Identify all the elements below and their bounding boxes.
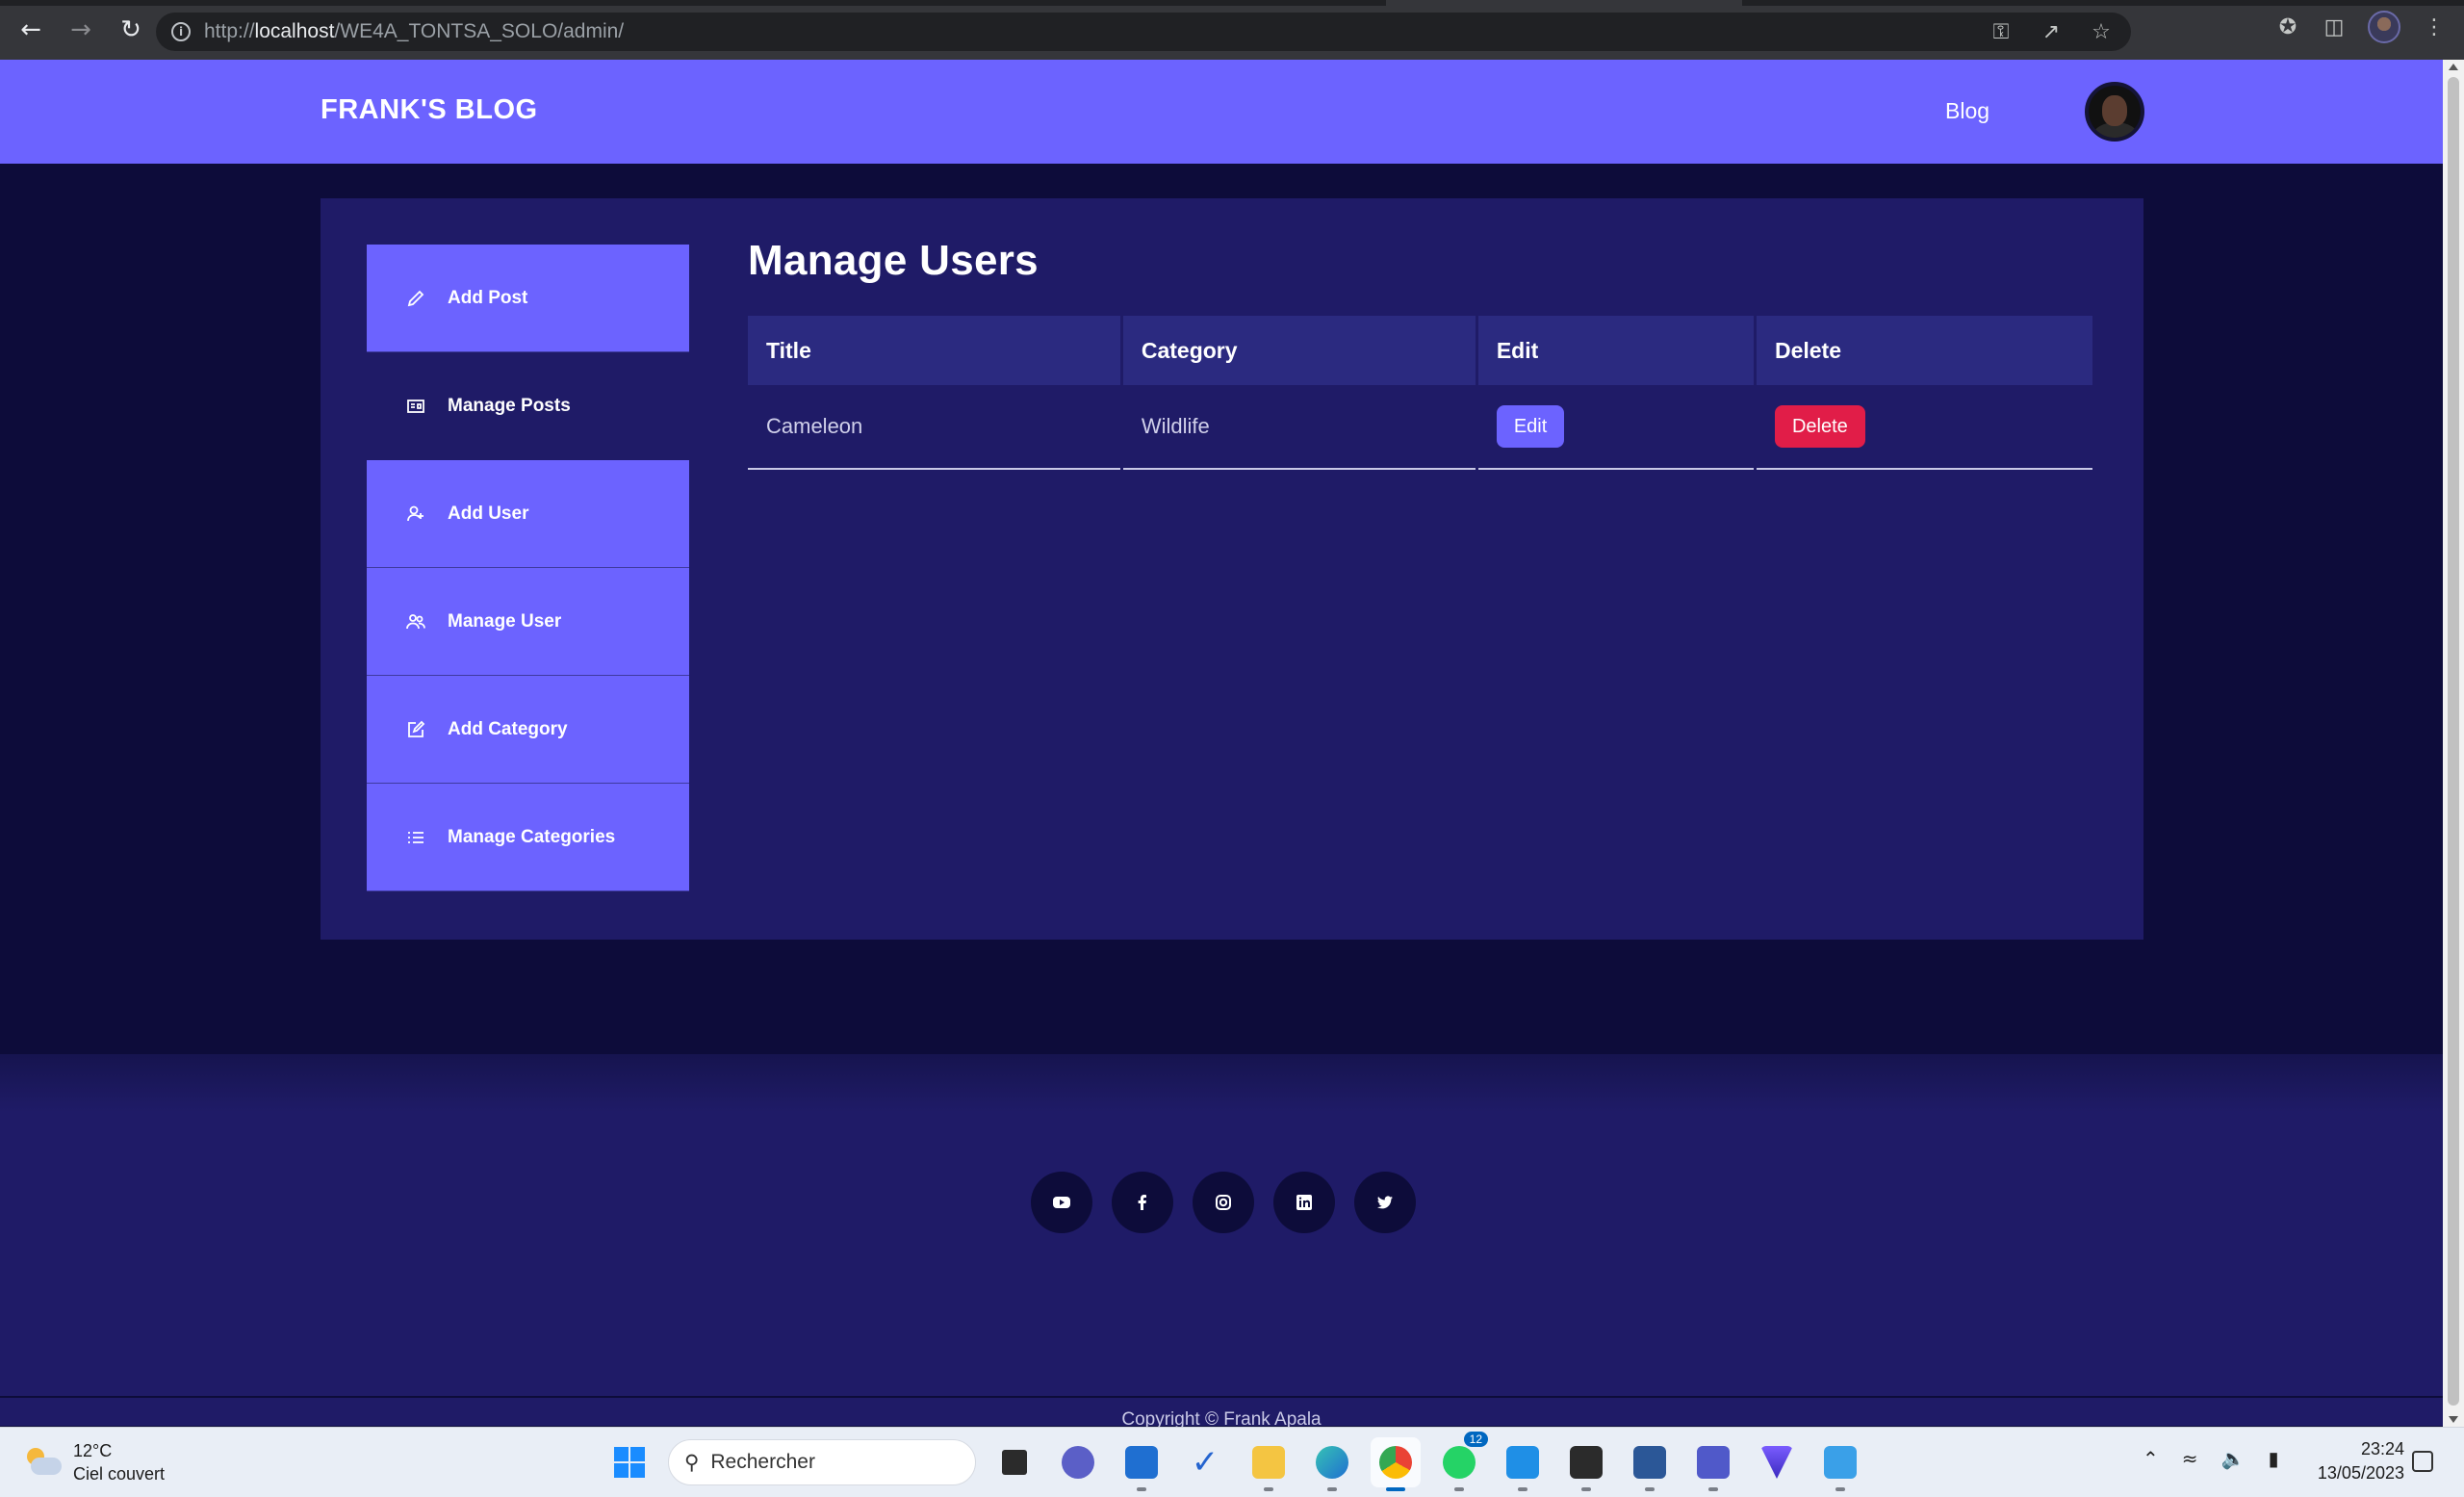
admin-sidebar: Add Post Manage Posts Add User Manage Us… [367,245,689,891]
ide-icon[interactable] [1498,1437,1548,1491]
page: FRANK'S BLOG Blog Add Post Manage Posts [0,60,2443,1430]
sidebar-item-manage-posts[interactable]: Manage Posts [367,352,689,460]
volume-icon[interactable]: 🔈 [2221,1447,2246,1470]
profile-avatar[interactable] [2368,11,2400,43]
notepad-icon[interactable] [1815,1437,1865,1491]
sidebar-item-manage-user[interactable]: Manage User [367,568,689,676]
twitter-icon[interactable] [1354,1172,1416,1233]
edit-button[interactable]: Edit [1496,405,1565,448]
address-bar[interactable]: i http://localhost/WE4A_TONTSA_SOLO/admi… [156,13,2131,51]
instagram-icon[interactable] [1193,1172,1254,1233]
weather-widget[interactable]: 12°C Ciel couvert [25,1439,165,1485]
column-header-category: Category [1122,316,1476,385]
users-table: Title Category Edit Delete Cameleon Wild… [745,316,2095,470]
search-placeholder: Rechercher [710,1451,815,1473]
page-title: Manage Users [748,237,1039,284]
column-header-edit: Edit [1477,316,1754,385]
sidebar-item-label: Add Post [448,287,528,308]
sidebar-item-label: Manage User [448,610,562,632]
sidebar-item-label: Manage Categories [448,826,616,847]
todo-icon[interactable]: ✓ [1180,1437,1230,1487]
battery-icon[interactable]: ▮ [2268,1447,2278,1470]
cloudy-weather-icon [25,1448,64,1477]
clock-date: 13/05/2023 [2317,1463,2404,1483]
column-header-title: Title [748,316,1120,385]
pencil-icon [405,288,426,309]
task-view-button[interactable] [989,1437,1040,1487]
start-button[interactable] [604,1437,654,1487]
store-icon[interactable] [1116,1437,1167,1491]
tab-strip [0,0,2464,6]
sidebar-item-label: Add Category [448,718,568,739]
delete-button[interactable]: Delete [1774,405,1865,448]
edit-square-icon [405,719,426,740]
sidebar-item-add-category[interactable]: Add Category [367,676,689,784]
nav-link-blog[interactable]: Blog [1945,98,1989,124]
file-explorer-icon[interactable] [1244,1437,1294,1491]
page-scrollbar[interactable] [2443,60,2464,1427]
notification-badge: 12 [1463,1432,1488,1447]
column-header-delete: Delete [1756,316,2092,385]
vpn-icon[interactable] [1752,1437,1802,1487]
edge-icon[interactable] [1307,1437,1357,1491]
posts-icon [405,396,426,417]
system-clock[interactable]: 23:24 13/05/2023 [2308,1437,2404,1485]
terminal-icon[interactable] [1561,1437,1611,1491]
search-icon: ⚲ [684,1451,700,1474]
sidebar-item-manage-categories[interactable]: Manage Categories [367,784,689,891]
admin-dashboard: Add Post Manage Posts Add User Manage Us… [321,198,2143,940]
taskbar-apps: ⚲ Rechercher ✓ 12 [604,1432,1865,1491]
taskbar-search[interactable]: ⚲ Rechercher [668,1439,976,1485]
chevron-up-icon[interactable]: ⌃ [2143,1447,2159,1470]
clock-time: 23:24 [2360,1439,2404,1458]
browser-toolbar: ← → ↻ i http://localhost/WE4A_TONTSA_SOL… [0,0,2464,60]
site-header: FRANK'S BLOG Blog [0,60,2443,164]
site-brand[interactable]: FRANK'S BLOG [321,94,538,126]
user-avatar[interactable] [2085,82,2144,142]
sidebar-item-add-user[interactable]: Add User [367,460,689,568]
weather-temp: 12°C [73,1441,113,1460]
os-taskbar: 12°C Ciel couvert ⚲ Rechercher ✓ 12 ⌃ ≈ … [0,1427,2464,1497]
table-row: Cameleon Wildlife Edit Delete [748,385,2092,470]
whatsapp-icon[interactable]: 12 [1434,1432,1488,1491]
main-content: Manage Users Title Category Edit Delete … [748,237,2095,470]
sidebar-item-label: Manage Posts [448,395,571,416]
windows-icon [614,1447,645,1478]
forward-button[interactable]: → [62,11,100,49]
side-panel-icon[interactable]: ◫ [2322,14,2347,39]
users-icon [405,611,426,632]
weather-desc: Ciel couvert [73,1464,166,1484]
back-button[interactable]: ← [12,11,50,49]
facebook-icon[interactable] [1112,1172,1173,1233]
sidebar-item-label: Add User [448,503,529,524]
chrome-icon[interactable] [1371,1437,1421,1491]
site-footer [0,1054,2443,1426]
sidebar-item-add-post[interactable]: Add Post [367,245,689,352]
cell-category: Wildlife [1122,385,1476,470]
footer-divider [0,1396,2443,1398]
linkedin-icon[interactable] [1273,1172,1335,1233]
cell-edit: Edit [1477,385,1754,470]
wifi-icon[interactable]: ≈ [2182,1447,2198,1470]
system-tray: ⌃ ≈ 🔈 ▮ [2143,1447,2278,1470]
menu-kebab-icon[interactable]: ⋮ [2422,14,2447,39]
word-icon[interactable] [1625,1437,1675,1491]
social-links [1031,1172,1416,1233]
notifications-icon[interactable] [2412,1451,2433,1472]
scrollbar-thumb[interactable] [2448,77,2459,1406]
teams-chat-icon[interactable] [1053,1437,1103,1487]
youtube-icon[interactable] [1031,1172,1092,1233]
extensions-icon[interactable]: ✪ [2275,14,2300,39]
user-add-icon [405,503,426,525]
info-icon[interactable]: i [171,22,191,41]
url-text[interactable]: http://localhost/WE4A_TONTSA_SOLO/admin/ [204,20,624,43]
reload-button[interactable]: ↻ [112,11,150,49]
cell-delete: Delete [1756,385,2092,470]
key-icon[interactable]: ⚿ [1989,19,2014,44]
teams-icon[interactable] [1688,1437,1738,1491]
star-icon[interactable]: ☆ [2089,19,2114,44]
share-icon[interactable]: ↗ [2039,19,2064,44]
cell-title: Cameleon [748,385,1120,470]
list-icon [405,827,426,848]
